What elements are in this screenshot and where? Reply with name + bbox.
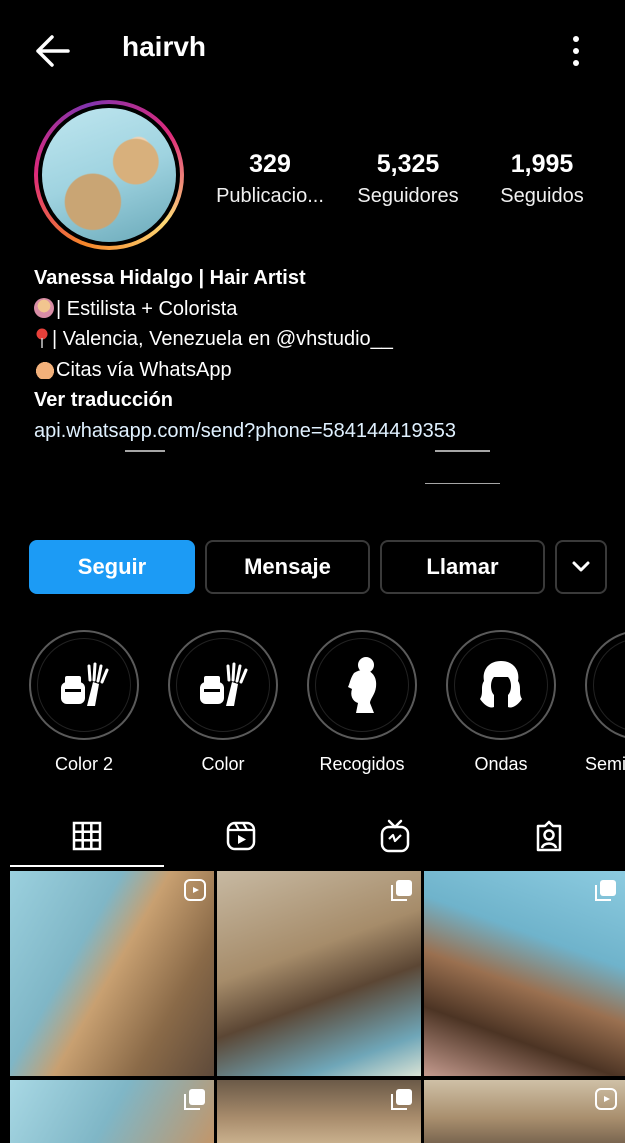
tab-reels[interactable] <box>164 805 318 867</box>
posts-value: 329 <box>249 150 291 178</box>
profile-username: hairvh <box>122 31 207 62</box>
highlight-label: Recogidos <box>319 754 405 774</box>
tagged-icon <box>536 820 562 852</box>
follow-button[interactable]: Seguir <box>29 540 195 594</box>
profile-screen: hairvh 329 Publicacio... 5,325 Seguidore… <box>10 5 625 1143</box>
carousel-indicator-icon <box>391 880 412 901</box>
message-button[interactable]: Mensaje <box>205 540 370 594</box>
tab-posts-grid[interactable] <box>10 805 164 867</box>
highlight-label: Color 2 <box>54 754 114 774</box>
highlight-cover <box>176 638 270 732</box>
story-highlight-color[interactable]: Color <box>168 630 278 775</box>
more-options-icon[interactable] <box>566 33 586 69</box>
following-value: 1,995 <box>510 150 574 178</box>
carousel-indicator-icon <box>184 1089 205 1110</box>
carousel-indicator-icon <box>391 1089 412 1110</box>
active-tab-indicator <box>10 865 164 867</box>
avatar-border <box>38 104 180 246</box>
avatar-photo <box>42 108 176 242</box>
post-thumbnail[interactable] <box>217 871 421 1076</box>
highlight-ring <box>585 630 625 740</box>
profile-tabs <box>10 805 625 867</box>
story-highlight-recogidos[interactable]: Recogidos <box>307 630 417 775</box>
highlight-cover <box>37 638 131 732</box>
bio-line-appointments: Citas vía WhatsApp <box>34 355 614 386</box>
story-highlight-ondas[interactable]: Ondas <box>446 630 556 775</box>
suggested-accounts-button[interactable] <box>555 540 607 594</box>
posts-count[interactable]: 329 Publicacio... <box>215 150 325 208</box>
hairdresser-emoji-icon <box>34 297 54 318</box>
bio-line-appointments-text: Citas vía WhatsApp <box>56 358 232 381</box>
post-thumbnail[interactable] <box>424 1080 625 1143</box>
tab-tagged[interactable] <box>472 805 625 867</box>
followers-count[interactable]: 5,325 Seguidores <box>348 150 468 208</box>
highlight-cover <box>593 638 625 732</box>
posts-label: Publicacio... <box>216 185 324 207</box>
chevron-down-icon <box>572 561 590 572</box>
highlight-ring <box>168 630 278 740</box>
bio-website-link[interactable]: api.whatsapp.com/send?phone=584144419353 <box>34 416 614 447</box>
divider-artifact <box>425 483 500 484</box>
highlight-ring <box>446 630 556 740</box>
profile-display-name: Vanessa Hidalgo | Hair Artist <box>34 267 306 289</box>
story-highlight-semir[interactable]: Semir <box>585 630 625 775</box>
reel-indicator-icon <box>595 1088 617 1110</box>
bio-line-stylist-text: | Estilista + Colorista <box>56 297 238 320</box>
followers-label: Seguidores <box>357 185 459 207</box>
highlight-ring <box>29 630 139 740</box>
divider-artifact <box>125 450 165 452</box>
bio-line-stylist: | Estilista + Colorista <box>34 294 614 325</box>
profile-avatar[interactable] <box>34 100 184 250</box>
top-bar: hairvh <box>10 5 625 95</box>
carousel-indicator-icon <box>595 880 616 901</box>
highlight-ring <box>307 630 417 740</box>
igtv-icon <box>380 819 410 853</box>
highlight-label: Semir <box>585 754 625 774</box>
profile-bio: Vanessa Hidalgo | Hair Artist | Estilist… <box>34 263 614 446</box>
grid-icon <box>72 821 102 851</box>
highlight-cover <box>454 638 548 732</box>
story-highlight-color-2[interactable]: Color 2 <box>29 630 139 775</box>
bio-line-location: | Valencia, Venezuela en @vhstudio__ <box>34 324 614 355</box>
highlight-label: Color <box>201 754 245 774</box>
hair-dye-icon <box>61 662 109 706</box>
bio-line-location-text: | Valencia, Venezuela en @vhstudio__ <box>52 328 393 350</box>
reel-indicator-icon <box>184 879 206 901</box>
hair-dye-icon <box>200 662 248 706</box>
post-thumbnail[interactable] <box>10 871 214 1076</box>
pointing-down-emoji-icon <box>34 358 54 379</box>
tab-igtv[interactable] <box>318 805 472 867</box>
reels-icon <box>226 821 256 851</box>
see-translation-link[interactable]: Ver traducción <box>34 385 614 416</box>
post-thumbnail[interactable] <box>424 871 625 1076</box>
pin-emoji-icon <box>36 328 48 348</box>
wavy-hair-icon <box>480 661 522 708</box>
posts-grid <box>10 871 625 1143</box>
divider-artifact <box>435 450 490 452</box>
following-label: Seguidos <box>500 185 584 207</box>
highlight-cover <box>315 638 409 732</box>
back-arrow-icon[interactable] <box>32 33 72 69</box>
updo-silhouette-icon <box>348 657 377 713</box>
post-thumbnail[interactable] <box>217 1080 421 1143</box>
post-thumbnail[interactable] <box>10 1080 214 1143</box>
following-count[interactable]: 1,995 Seguidos <box>492 150 592 208</box>
highlight-label: Ondas <box>474 754 528 774</box>
followers-value: 5,325 <box>376 150 440 178</box>
call-button[interactable]: Llamar <box>380 540 545 594</box>
